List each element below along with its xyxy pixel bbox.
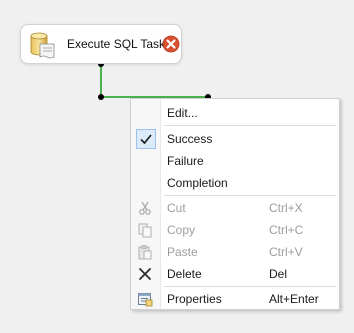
menu-item-shortcut: Del (269, 267, 288, 281)
menu-item-label: Delete (167, 267, 202, 281)
menu-item-shortcut: Ctrl+V (269, 245, 303, 259)
menu-item-edit[interactable]: Edit... (132, 102, 338, 124)
menu-separator (164, 286, 336, 287)
design-surface[interactable]: Execute SQL Task Edit... Success Failure… (0, 0, 354, 333)
menu-item-properties[interactable]: Properties Alt+Enter (132, 288, 338, 310)
menu-item-copy[interactable]: Copy Ctrl+C (132, 219, 338, 241)
copy-icon (138, 223, 152, 238)
task-label: Execute SQL Task (67, 37, 166, 51)
menu-item-label: Edit... (167, 106, 198, 120)
menu-item-paste[interactable]: Paste Ctrl+V (132, 241, 338, 263)
menu-item-success[interactable]: Success (132, 128, 338, 150)
checkmark-icon (140, 134, 152, 145)
menu-item-shortcut: Alt+Enter (269, 292, 319, 306)
menu-item-shortcut: Ctrl+X (269, 201, 303, 215)
menu-item-label: Copy (167, 223, 196, 237)
menu-item-cut[interactable]: Cut Ctrl+X (132, 197, 338, 219)
properties-icon (138, 293, 153, 307)
menu-separator (164, 195, 336, 196)
connector-corner-point[interactable] (98, 94, 104, 100)
menu-item-label: Cut (167, 201, 186, 215)
menu-item-delete[interactable]: Delete Del (132, 263, 338, 285)
menu-item-completion[interactable]: Completion (132, 172, 338, 194)
menu-item-label: Properties (167, 292, 222, 306)
context-menu: Edit... Success Failure Completion Cut C… (130, 98, 340, 310)
menu-item-label: Paste (167, 245, 198, 259)
menu-separator (164, 125, 336, 126)
menu-item-label: Completion (167, 176, 228, 190)
menu-item-label: Success (167, 132, 213, 146)
scissors-icon (139, 201, 151, 215)
execute-sql-task-node[interactable]: Execute SQL Task (20, 24, 182, 64)
paste-icon (138, 245, 152, 260)
menu-item-shortcut: Ctrl+C (269, 223, 304, 237)
database-script-icon (30, 32, 55, 59)
precedence-constraint-line[interactable] (100, 64, 208, 98)
menu-item-failure[interactable]: Failure (132, 150, 338, 172)
delete-x-icon (139, 268, 151, 280)
error-icon (162, 35, 180, 53)
menu-item-label: Failure (167, 154, 204, 168)
